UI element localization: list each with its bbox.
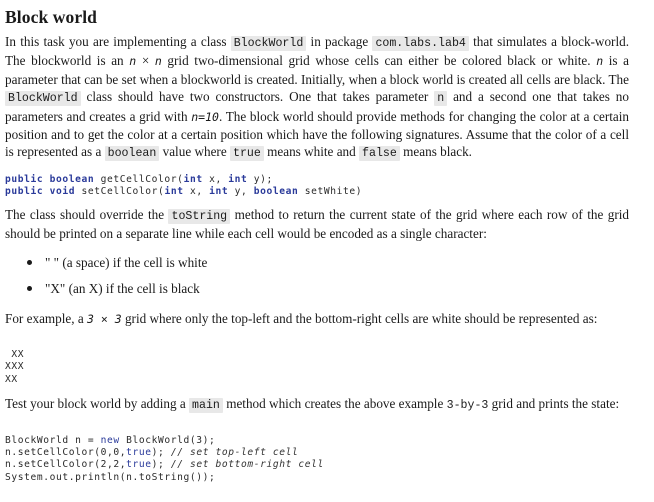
test-code-block: BlockWorld n = new BlockWorld(3); n.setC… bbox=[5, 435, 324, 484]
true-code: true bbox=[229, 146, 264, 162]
size-code: 3-by-3 bbox=[446, 399, 489, 412]
math-dimension: 3 × 3 bbox=[87, 312, 122, 326]
class-name-code: BlockWorld bbox=[230, 36, 307, 51]
code-text: y, bbox=[228, 186, 254, 198]
list-item: " " (a space) if the cell is white bbox=[5, 254, 207, 280]
keyword: public bbox=[5, 174, 44, 185]
text: In this task you are implementing a clas… bbox=[5, 34, 231, 49]
text: method which creates the above example bbox=[222, 396, 447, 411]
text: class should have two constructors. One … bbox=[80, 89, 435, 105]
text: grid where only the top-left and the bot… bbox=[121, 311, 598, 326]
code-line: n.setCellColor(2,2,true); // set bottom-… bbox=[5, 459, 324, 470]
math-default-n: n=10 bbox=[191, 109, 219, 124]
code-text: n.setCellColor(2,2, bbox=[5, 459, 127, 471]
code-text: setWhite) bbox=[298, 186, 363, 198]
keyword: int bbox=[209, 186, 229, 198]
text: in package bbox=[306, 34, 373, 49]
keyword: true bbox=[126, 459, 152, 471]
keyword: boolean bbox=[253, 186, 299, 198]
keyword: true bbox=[126, 447, 152, 459]
signature-line: public void setCellColor(int x, int y, b… bbox=[5, 186, 362, 197]
keyword: void bbox=[49, 186, 76, 198]
code-comment: // set top-left cell bbox=[170, 447, 299, 459]
text: The class should override the bbox=[5, 207, 169, 222]
text: means black. bbox=[399, 144, 472, 160]
list-item-text: "X" (an X) if the cell is black bbox=[45, 281, 200, 296]
package-code: com.labs.lab4 bbox=[372, 36, 469, 51]
text: For example, a bbox=[5, 311, 88, 326]
page-title: Block world bbox=[5, 7, 98, 27]
code-text: y); bbox=[247, 174, 273, 185]
signatures-code-block: public boolean getCellColor(int x, int y… bbox=[5, 174, 362, 198]
math-n: n bbox=[154, 54, 162, 69]
code-text: BlockWorld(3); bbox=[119, 435, 216, 446]
list-item-text: " " (a space) if the cell is white bbox=[45, 255, 208, 270]
list-item: "X" (an X) if the cell is black bbox=[5, 280, 207, 306]
code-text: x, bbox=[183, 186, 210, 198]
text: grid two-dimensional grid whose cells ca… bbox=[161, 53, 597, 69]
example-paragraph: For example, a 3 × 3 grid where only the… bbox=[5, 310, 629, 328]
bullet-icon bbox=[27, 286, 32, 291]
param-code: n bbox=[434, 91, 448, 107]
keyword: int bbox=[164, 186, 184, 198]
intro-paragraph: In this task you are implementing a clas… bbox=[5, 33, 629, 163]
code-text: System.out.println(n.toString()); bbox=[5, 471, 216, 483]
code-text: ); bbox=[151, 459, 171, 471]
keyword: boolean bbox=[49, 174, 95, 185]
code-text: ); bbox=[151, 447, 171, 459]
text: value where bbox=[159, 144, 230, 160]
tostring-paragraph: The class should override the toString m… bbox=[5, 206, 629, 243]
keyword: int bbox=[228, 174, 248, 185]
keyword: int bbox=[183, 174, 203, 185]
code-comment: // set bottom-right cell bbox=[170, 459, 324, 471]
code-text: setCellColor( bbox=[75, 186, 165, 198]
code-text: BlockWorld n = bbox=[5, 435, 101, 446]
bullet-icon bbox=[27, 260, 32, 265]
code-text: n.setCellColor(0,0, bbox=[5, 447, 127, 459]
example-output-block: XX XXX XX bbox=[5, 349, 25, 385]
class-name-code: BlockWorld bbox=[5, 91, 81, 107]
keyword: public bbox=[5, 186, 44, 198]
keyword: new bbox=[100, 435, 120, 446]
tostring-code: toString bbox=[168, 209, 231, 224]
text: Test your block world by adding a bbox=[5, 396, 190, 411]
code-line: n.setCellColor(0,0,true); // set top-lef… bbox=[5, 447, 298, 458]
code-line: System.out.println(n.toString()); bbox=[5, 472, 215, 483]
main-code: main bbox=[189, 398, 223, 413]
signature-line: public boolean getCellColor(int x, int y… bbox=[5, 174, 273, 185]
code-text: x, bbox=[202, 174, 229, 185]
code-text: getCellColor( bbox=[94, 174, 184, 185]
text: × bbox=[136, 53, 155, 69]
encoding-list: " " (a space) if the cell is white "X" (… bbox=[5, 254, 207, 306]
boolean-code: boolean bbox=[104, 146, 160, 162]
text: grid and prints the state: bbox=[488, 396, 620, 411]
text: means white and bbox=[263, 144, 360, 160]
code-line: BlockWorld n = new BlockWorld(3); bbox=[5, 435, 215, 446]
false-code: false bbox=[359, 146, 400, 162]
test-paragraph: Test your block world by adding a main m… bbox=[5, 395, 629, 414]
